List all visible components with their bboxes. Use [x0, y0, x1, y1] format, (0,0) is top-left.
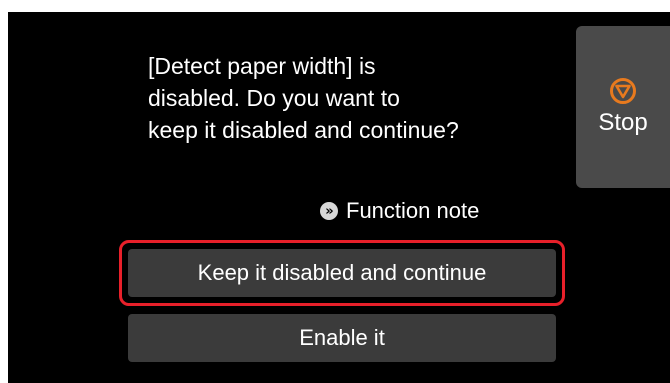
- double-chevron-right-icon: »: [320, 202, 338, 220]
- function-note-link[interactable]: » Function note: [320, 198, 479, 224]
- stop-icon: [610, 78, 636, 104]
- keep-disabled-button[interactable]: Keep it disabled and continue: [128, 249, 556, 297]
- printer-panel-screen: [Detect paper width] is disabled. Do you…: [8, 12, 670, 383]
- stop-button[interactable]: Stop: [576, 26, 670, 188]
- message-line-3: keep it disabled and continue?: [148, 117, 459, 143]
- message-line-2: disabled. Do you want to: [148, 85, 400, 111]
- dialog-message: [Detect paper width] is disabled. Do you…: [148, 50, 548, 146]
- function-note-label: Function note: [346, 198, 480, 223]
- enable-button[interactable]: Enable it: [128, 314, 556, 362]
- message-line-1: [Detect paper width] is: [148, 53, 376, 79]
- stop-label: Stop: [598, 109, 648, 136]
